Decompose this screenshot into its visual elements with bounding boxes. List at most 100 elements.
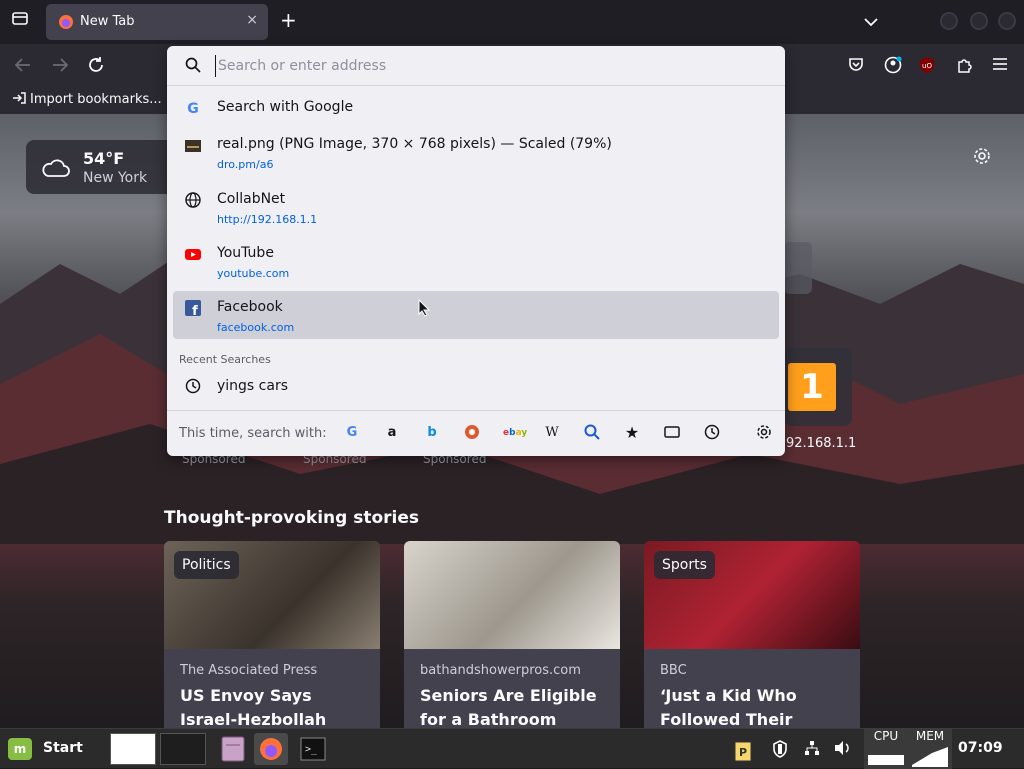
duckduckgo-icon[interactable] <box>463 424 481 442</box>
bing-icon[interactable]: b <box>423 424 441 442</box>
volume-icon[interactable] <box>834 740 852 760</box>
ebay-icon[interactable]: ebay <box>503 424 527 442</box>
mem-graph <box>912 747 948 767</box>
reload-icon[interactable] <box>87 56 105 74</box>
result-label: Search with Google <box>217 99 354 115</box>
svg-text:G: G <box>187 101 199 116</box>
urlbar-input-row <box>167 46 785 86</box>
result-url: dro.pm/a6 <box>217 158 274 171</box>
account-icon[interactable] <box>884 56 902 74</box>
file-manager-icon[interactable] <box>216 733 250 765</box>
hamburger-menu-icon[interactable] <box>992 56 1008 72</box>
result-real-png[interactable]: real.png (PNG Image, 370 × 768 pixels) —… <box>173 128 779 176</box>
story-source: The Associated Press <box>180 663 318 678</box>
history-icon <box>185 378 201 394</box>
tab-new-tab[interactable]: New Tab × <box>46 4 268 40</box>
recent-searches-heading: Recent Searches <box>179 353 271 366</box>
settings-gear-icon[interactable] <box>972 146 992 166</box>
result-label: YouTube <box>217 245 274 261</box>
stories-heading: Thought-provoking stories <box>164 508 420 528</box>
taskbar: m Start >_ P CPU MEM 07:09 <box>0 728 1024 769</box>
workspace-1[interactable] <box>110 733 156 765</box>
story-card[interactable]: Politics The Associated Press US Envoy S… <box>164 541 380 728</box>
svg-text:>_: >_ <box>305 744 318 755</box>
result-youtube[interactable]: YouTube youtube.com <box>173 237 779 285</box>
start-button[interactable]: Start <box>43 740 83 756</box>
mint-logo-icon[interactable]: m <box>8 738 32 760</box>
network-icon[interactable] <box>804 740 820 760</box>
top-site-tile[interactable]: 1 <box>784 348 852 426</box>
one-off-label: This time, search with: <box>179 426 327 441</box>
recent-search-label: yings cars <box>217 378 289 394</box>
terminal-icon[interactable]: >_ <box>296 733 330 765</box>
svg-text:f: f <box>192 304 198 316</box>
globe-icon <box>185 192 201 208</box>
search-icon <box>185 57 201 73</box>
cpu-graph <box>868 755 904 765</box>
settings-gear-icon[interactable] <box>755 424 773 442</box>
svg-text:P: P <box>739 746 747 759</box>
story-card[interactable]: Sports BBC ‘Just a Kid Who Followed Thei… <box>644 541 860 728</box>
import-bookmarks-label: Import bookmarks... <box>30 92 162 107</box>
cpu-label: CPU <box>873 729 899 743</box>
bookmarks-star-icon[interactable]: ★ <box>623 424 641 442</box>
cloud-icon <box>42 159 70 177</box>
ublock-origin-icon[interactable]: uO <box>918 56 936 74</box>
close-window-button[interactable] <box>998 12 1016 30</box>
firefox-taskbar-icon[interactable] <box>254 733 288 765</box>
result-url: http://192.168.1.1 <box>217 213 318 226</box>
facebook-icon: f <box>185 300 201 316</box>
result-label: Facebook <box>217 299 283 315</box>
tabs-icon[interactable] <box>663 424 681 442</box>
history-icon[interactable] <box>703 424 721 442</box>
forward-arrow-icon[interactable] <box>51 56 69 74</box>
extensions-icon[interactable] <box>956 56 974 74</box>
urlbar-dropdown: G Search with Google real.png (PNG Image… <box>167 46 785 456</box>
shield-icon[interactable] <box>772 740 788 762</box>
result-label: real.png (PNG Image, 370 × 768 pixels) —… <box>217 136 612 152</box>
result-search-google[interactable]: G Search with Google <box>173 92 779 122</box>
firefox-icon <box>59 15 73 29</box>
chevron-down-icon[interactable] <box>864 12 878 31</box>
story-image <box>404 541 620 649</box>
import-bookmarks-button[interactable]: Import bookmarks... <box>12 92 162 107</box>
story-headline: Seniors Are Eligible for a Bathroom <box>420 686 597 728</box>
story-card[interactable]: bathandshowerpros.com Seniors Are Eligib… <box>404 541 620 728</box>
weather-city: New York <box>83 170 148 186</box>
minimize-button[interactable] <box>940 12 958 30</box>
wikipedia-icon[interactable]: W <box>543 424 561 442</box>
search-icon[interactable] <box>583 424 601 442</box>
amazon-icon[interactable]: a <box>383 424 401 442</box>
close-tab-icon[interactable]: × <box>246 12 258 28</box>
url-input[interactable] <box>215 55 755 77</box>
clock: 07:09 <box>958 740 1003 756</box>
one-off-search-bar: This time, search with: G a b ebay W ★ <box>167 410 785 456</box>
list-all-tabs-button[interactable] <box>0 10 40 30</box>
pocket-icon[interactable] <box>848 56 864 72</box>
cpu-monitor[interactable]: CPU <box>864 729 908 769</box>
search-box-edge <box>784 242 812 294</box>
story-category-badge: Sports <box>654 551 715 579</box>
story-headline: US Envoy Says Israel-Hezbollah Truce Is <box>180 686 327 728</box>
mem-label: MEM <box>915 729 945 743</box>
tab-title: New Tab <box>80 14 135 29</box>
weather-widget[interactable]: 54°F New York <box>26 140 176 194</box>
back-arrow-icon[interactable] <box>14 56 32 74</box>
top-site-label[interactable]: 92.168.1.1 <box>786 436 856 451</box>
tab-list-icon <box>12 12 28 25</box>
image-file-icon <box>185 140 201 152</box>
import-icon <box>13 92 26 104</box>
google-icon[interactable]: G <box>343 424 361 442</box>
maximize-button[interactable] <box>970 12 988 30</box>
result-collabnet[interactable]: CollabNet http://192.168.1.1 <box>173 183 779 231</box>
weather-temperature: 54°F <box>83 149 125 168</box>
story-source: bathandshowerpros.com <box>420 663 581 678</box>
recent-search-item[interactable]: yings cars <box>173 370 779 402</box>
result-url: youtube.com <box>217 267 290 280</box>
clipboard-icon[interactable]: P <box>734 740 752 766</box>
workspace-2[interactable] <box>160 733 206 765</box>
memory-monitor[interactable]: MEM <box>908 729 952 769</box>
svg-text:uO: uO <box>922 62 932 70</box>
new-tab-button[interactable]: + <box>280 10 297 30</box>
result-facebook[interactable]: f Facebook facebook.com <box>173 291 779 339</box>
